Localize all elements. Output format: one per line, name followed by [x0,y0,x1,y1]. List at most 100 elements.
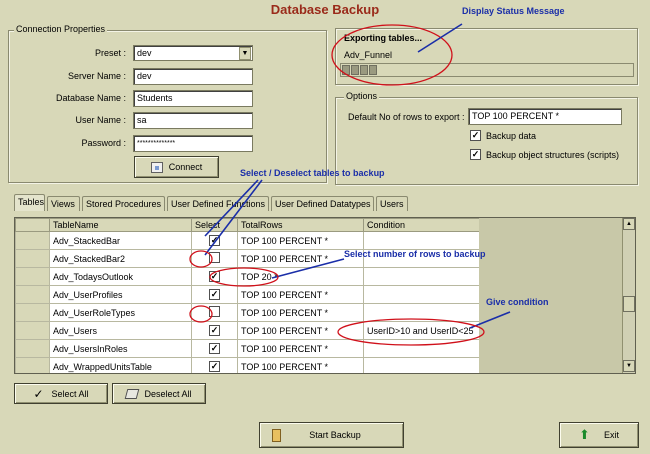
progress-block [369,65,377,75]
backup-structures-checkbox[interactable]: ✓ Backup object structures (scripts) [470,149,619,160]
table-row[interactable]: Adv_Users ✓ TOP 100 PERCENT * UserID>10 and… [15,321,480,340]
tab-user-defined-datatypes[interactable]: User Defined Datatypes [271,196,374,211]
scroll-thumb[interactable] [623,296,635,312]
row-header[interactable] [15,339,50,358]
annotation-status-message: Display Status Message [462,6,565,16]
cell-condition[interactable] [363,303,480,322]
default-rows-label: Default No of rows to export : [348,112,465,122]
backup-data-checkbox[interactable]: ✓ Backup data [470,130,536,141]
cell-total-rows[interactable]: TOP 20 * [237,267,364,286]
cell-total-rows[interactable]: TOP 100 PERCENT * [237,285,364,304]
cell-condition[interactable] [363,285,480,304]
cell-table-name: Adv_TodaysOutlook [49,267,192,286]
user-name-field[interactable]: sa [133,112,253,129]
tab-tables[interactable]: Tables [14,194,45,211]
cell-total-rows[interactable]: TOP 100 PERCENT * [237,303,364,322]
tab-users[interactable]: Users [376,196,408,211]
row-select-checkbox[interactable]: ✓ [209,235,220,246]
row-select-checkbox[interactable]: ✓ [209,325,220,336]
tab-views[interactable]: Views [47,196,80,211]
deselect-all-label: Deselect All [144,388,192,399]
cell-table-name: Adv_Users [49,321,192,340]
row-header[interactable] [15,357,50,373]
row-header[interactable] [15,231,50,250]
col-header-tablename[interactable]: TableName [49,218,192,232]
select-all-label: Select All [51,388,89,399]
cell-select[interactable]: ✓ [191,285,238,304]
table-row[interactable]: Adv_UserRoleTypes TOP 100 PERCENT * [15,303,480,322]
password-label: Password : [81,138,126,148]
user-label: User Name : [75,115,126,125]
connect-button[interactable]: Connect [134,156,219,178]
database-label: Database Name : [55,93,126,103]
cell-condition[interactable]: UserID>10 and UserID<25 [363,321,480,340]
annotation-give-condition: Give condition [486,297,549,307]
table-row[interactable]: Adv_WrappedUnitsTable ✓ TOP 100 PERCENT * [15,357,480,373]
progress-block [360,65,368,75]
connection-group-label: Connection Properties [14,24,108,34]
cell-select[interactable]: ✓ [191,321,238,340]
table-row[interactable]: Adv_TodaysOutlook ✓ TOP 20 * [15,267,480,286]
database-name-field[interactable]: Students [133,90,253,107]
start-backup-label: Start Backup [309,430,361,440]
cell-select[interactable]: ✓ [191,267,238,286]
select-all-button[interactable]: ✓ Select All [14,383,108,404]
row-header[interactable] [15,321,50,340]
server-label: Server Name : [67,71,126,81]
row-select-checkbox[interactable] [209,252,220,263]
annotation-select-tables: Select / Deselect tables to backup [240,168,385,178]
tab-user-defined-functions[interactable]: User Defined Functions [167,196,269,211]
cell-total-rows[interactable]: TOP 100 PERCENT * [237,339,364,358]
password-field[interactable]: ************** [133,135,253,152]
cell-condition[interactable] [363,339,480,358]
start-backup-button[interactable]: Start Backup [259,422,404,448]
scroll-down-icon[interactable]: ▼ [623,360,635,372]
row-select-checkbox[interactable]: ✓ [209,343,220,354]
tables-grid: TableName Select TotalRows Condition Adv… [14,217,636,374]
connect-label: Connect [168,162,203,172]
vertical-scrollbar[interactable]: ▲ ▼ [622,218,635,373]
cell-condition[interactable] [363,357,480,373]
tab-stored-procedures[interactable]: Stored Procedures [82,196,165,211]
row-header[interactable] [15,303,50,322]
backup-structures-check[interactable]: ✓ [470,149,481,160]
deselect-all-button[interactable]: Deselect All [112,383,206,404]
row-header[interactable] [15,249,50,268]
chevron-down-icon[interactable]: ▼ [239,47,251,60]
col-header-condition[interactable]: Condition [363,218,480,232]
table-row[interactable]: Adv_UserProfiles ✓ TOP 100 PERCENT * [15,285,480,304]
cell-table-name: Adv_StackedBar2 [49,249,192,268]
row-select-checkbox[interactable]: ✓ [209,289,220,300]
cell-table-name: Adv_WrappedUnitsTable [49,357,192,373]
cell-condition[interactable] [363,231,480,250]
cell-select[interactable]: ✓ [191,339,238,358]
cell-table-name: Adv_StackedBar [49,231,192,250]
row-select-checkbox[interactable]: ✓ [209,361,220,372]
cell-select[interactable]: ✓ [191,231,238,250]
cell-total-rows[interactable]: TOP 100 PERCENT * [237,231,364,250]
cell-condition[interactable] [363,267,480,286]
scroll-up-icon[interactable]: ▲ [623,218,635,230]
row-header[interactable] [15,285,50,304]
default-rows-field[interactable]: TOP 100 PERCENT * [468,108,622,125]
table-row[interactable]: Adv_StackedBar ✓ TOP 100 PERCENT * [15,231,480,250]
col-header-select[interactable]: Select [191,218,238,232]
grid-empty-area [479,218,622,373]
preset-select[interactable]: dev ▼ [133,45,253,61]
row-select-checkbox[interactable] [209,306,220,317]
annotation-select-rows: Select number of rows to backup [344,249,486,259]
row-header[interactable] [15,267,50,286]
row-select-checkbox[interactable]: ✓ [209,271,220,282]
table-row[interactable]: Adv_UsersInRoles ✓ TOP 100 PERCENT * [15,339,480,358]
cell-select[interactable] [191,249,238,268]
backup-data-check[interactable]: ✓ [470,130,481,141]
exit-button[interactable]: ⬆ Exit [559,422,639,448]
cell-total-rows[interactable]: TOP 100 PERCENT * [237,357,364,373]
cell-select[interactable]: ✓ [191,357,238,373]
cell-total-rows[interactable]: TOP 100 PERCENT * [237,321,364,340]
server-name-field[interactable]: dev [133,68,253,85]
export-progress-bar [340,63,634,77]
cell-select[interactable] [191,303,238,322]
col-header-totalrows[interactable]: TotalRows [237,218,364,232]
cell-table-name: Adv_UserProfiles [49,285,192,304]
